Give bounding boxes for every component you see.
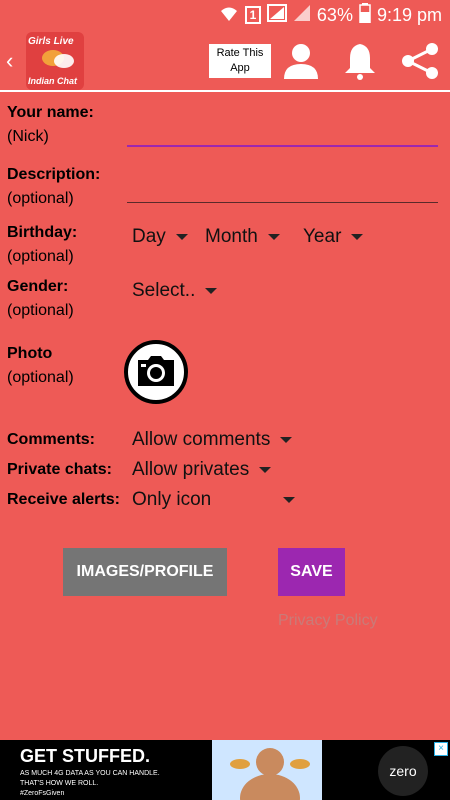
- private-chats-select[interactable]: Allow privates: [132, 459, 272, 481]
- share-icon[interactable]: [400, 42, 440, 85]
- logo-bubble-shape-2: [54, 54, 74, 68]
- camera-icon: [136, 356, 176, 393]
- ad-headline: GET STUFFED.: [20, 746, 150, 766]
- description-label: Description:: [7, 166, 101, 183]
- clock: 9:19 pm: [376, 4, 442, 25]
- year-value: Year: [303, 226, 342, 247]
- ad-line1: AS MUCH 4G DATA AS YOU CAN HANDLE.: [20, 770, 160, 777]
- battery-icon: [359, 2, 371, 28]
- name-label: Your name:: [7, 104, 94, 121]
- rate-label-line2: App: [230, 62, 250, 74]
- gender-label: Gender:: [7, 278, 69, 295]
- gender-hint: (optional): [7, 302, 74, 319]
- app-toolbar: ‹ Girls Live Indian Chat Rate This App: [0, 30, 450, 92]
- birthday-label: Birthday:: [7, 224, 78, 241]
- day-value: Day: [132, 226, 166, 247]
- birthday-hint: (optional): [7, 248, 74, 265]
- comments-dropdown-icon: [280, 436, 293, 443]
- private-chats-dropdown-icon: [259, 466, 272, 473]
- battery-percent: 63%: [316, 4, 353, 25]
- ad-image: [212, 740, 322, 800]
- rate-label-line1: Rate This: [216, 47, 264, 59]
- birthday-day-select[interactable]: Day: [132, 226, 188, 248]
- birthday-year-select[interactable]: Year: [303, 226, 364, 248]
- signal-icon: [266, 3, 287, 27]
- ad-banner[interactable]: GET STUFFED. AS MUCH 4G DATA AS YOU CAN …: [0, 740, 450, 800]
- photo-hint: (optional): [7, 369, 74, 386]
- receive-alerts-label: Receive alerts:: [7, 491, 120, 508]
- gender-select[interactable]: Select..: [132, 280, 218, 302]
- app-logo[interactable]: Girls Live Indian Chat: [26, 32, 84, 90]
- rate-app-button[interactable]: Rate This App: [209, 44, 271, 78]
- year-dropdown-icon: [351, 233, 364, 240]
- month-dropdown-icon: [267, 233, 280, 240]
- profile-icon[interactable]: [282, 42, 320, 85]
- bell-icon[interactable]: [342, 42, 378, 85]
- comments-label: Comments:: [7, 431, 96, 448]
- signal-icon-2: [293, 4, 311, 27]
- receive-alerts-value: Only icon: [132, 489, 212, 510]
- photo-label: Photo: [7, 345, 53, 362]
- description-field[interactable]: [127, 202, 438, 203]
- save-button[interactable]: SAVE: [278, 548, 345, 596]
- gender-dropdown-icon: [205, 287, 218, 294]
- private-chats-label: Private chats:: [7, 461, 112, 478]
- birthday-month-select[interactable]: Month: [205, 226, 280, 248]
- month-value: Month: [205, 226, 258, 247]
- ad-brand-logo: zero: [378, 746, 428, 796]
- back-chevron-icon[interactable]: ‹: [6, 48, 13, 74]
- comments-select[interactable]: Allow comments: [132, 429, 293, 451]
- photo-upload-button[interactable]: [124, 340, 188, 404]
- description-hint: (optional): [7, 190, 74, 207]
- gender-value: Select..: [132, 280, 196, 301]
- wifi-icon: [219, 4, 239, 27]
- ad-line3: #ZeroFsGiven: [20, 790, 65, 797]
- sim-badge: 1: [244, 6, 261, 24]
- ad-line2: THAT'S HOW WE ROLL.: [20, 780, 99, 787]
- comments-value: Allow comments: [132, 429, 271, 450]
- logo-text-line1: Girls Live: [28, 36, 74, 47]
- images-profile-button[interactable]: IMAGES/PROFILE: [63, 548, 227, 596]
- logo-text-line2: Indian Chat: [28, 76, 77, 86]
- private-chats-value: Allow privates: [132, 459, 250, 480]
- day-dropdown-icon: [175, 233, 188, 240]
- status-bar: 1 63% 9:19 pm: [0, 0, 450, 30]
- privacy-policy-link[interactable]: Privacy Policy: [278, 612, 378, 630]
- name-hint: (Nick): [7, 128, 49, 145]
- name-field[interactable]: [127, 145, 438, 147]
- receive-alerts-select[interactable]: Only icon: [132, 489, 296, 511]
- receive-alerts-dropdown-icon: [283, 496, 296, 503]
- ad-close-icon[interactable]: ×: [434, 742, 448, 756]
